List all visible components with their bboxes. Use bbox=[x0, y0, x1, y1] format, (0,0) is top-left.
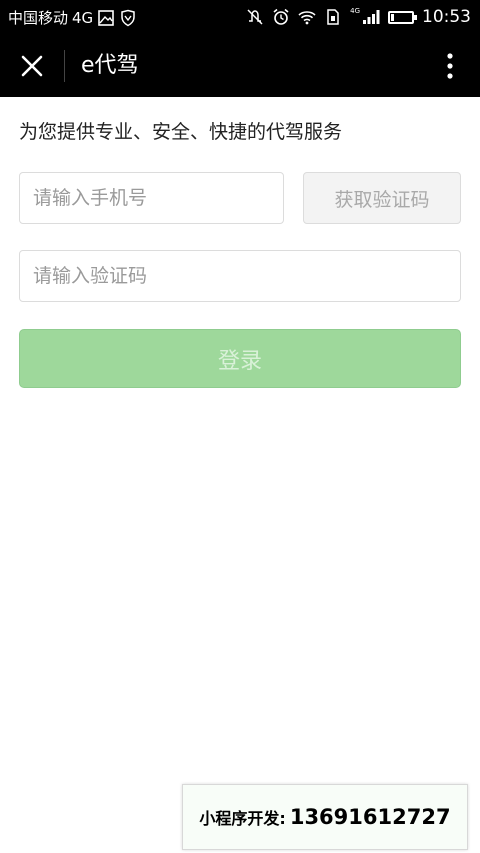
alarm-icon bbox=[272, 8, 290, 26]
battery-icon bbox=[388, 10, 417, 24]
image-icon bbox=[97, 9, 115, 27]
status-time: 10:53 bbox=[422, 7, 471, 27]
title-bar: e代驾 bbox=[0, 34, 480, 97]
battery-level bbox=[391, 13, 394, 21]
more-button[interactable] bbox=[440, 50, 460, 82]
tagline: 为您提供专业、安全、快捷的代驾服务 bbox=[19, 121, 343, 143]
phone-input[interactable] bbox=[19, 172, 284, 224]
developer-phone: 13691612727 bbox=[289, 805, 451, 829]
developer-banner: 小程序开发: 13691612727 bbox=[182, 784, 468, 850]
shield-icon bbox=[119, 9, 137, 27]
page-title: e代驾 bbox=[81, 53, 139, 78]
developer-label: 小程序开发: bbox=[199, 809, 286, 828]
status-bar: 中国移动 4G 4G 10:53 bbox=[0, 0, 480, 34]
status-right: 4G 10:53 bbox=[246, 7, 471, 27]
close-button[interactable] bbox=[14, 51, 50, 81]
verification-code-input[interactable] bbox=[19, 250, 461, 302]
more-vertical-icon bbox=[447, 53, 453, 79]
carrier-label: 中国移动 bbox=[8, 9, 69, 27]
status-left: 中国移动 4G bbox=[8, 7, 137, 28]
network-type-small: 4G bbox=[350, 7, 360, 15]
wifi-icon bbox=[298, 8, 316, 26]
close-icon bbox=[21, 55, 43, 77]
login-button[interactable]: 登录 bbox=[19, 329, 461, 388]
network-type: 4G bbox=[72, 8, 94, 27]
get-code-button[interactable]: 获取验证码 bbox=[303, 172, 461, 224]
sim-icon bbox=[324, 8, 342, 26]
mute-icon bbox=[246, 8, 264, 26]
signal-icon bbox=[362, 8, 380, 26]
title-divider bbox=[64, 50, 65, 82]
